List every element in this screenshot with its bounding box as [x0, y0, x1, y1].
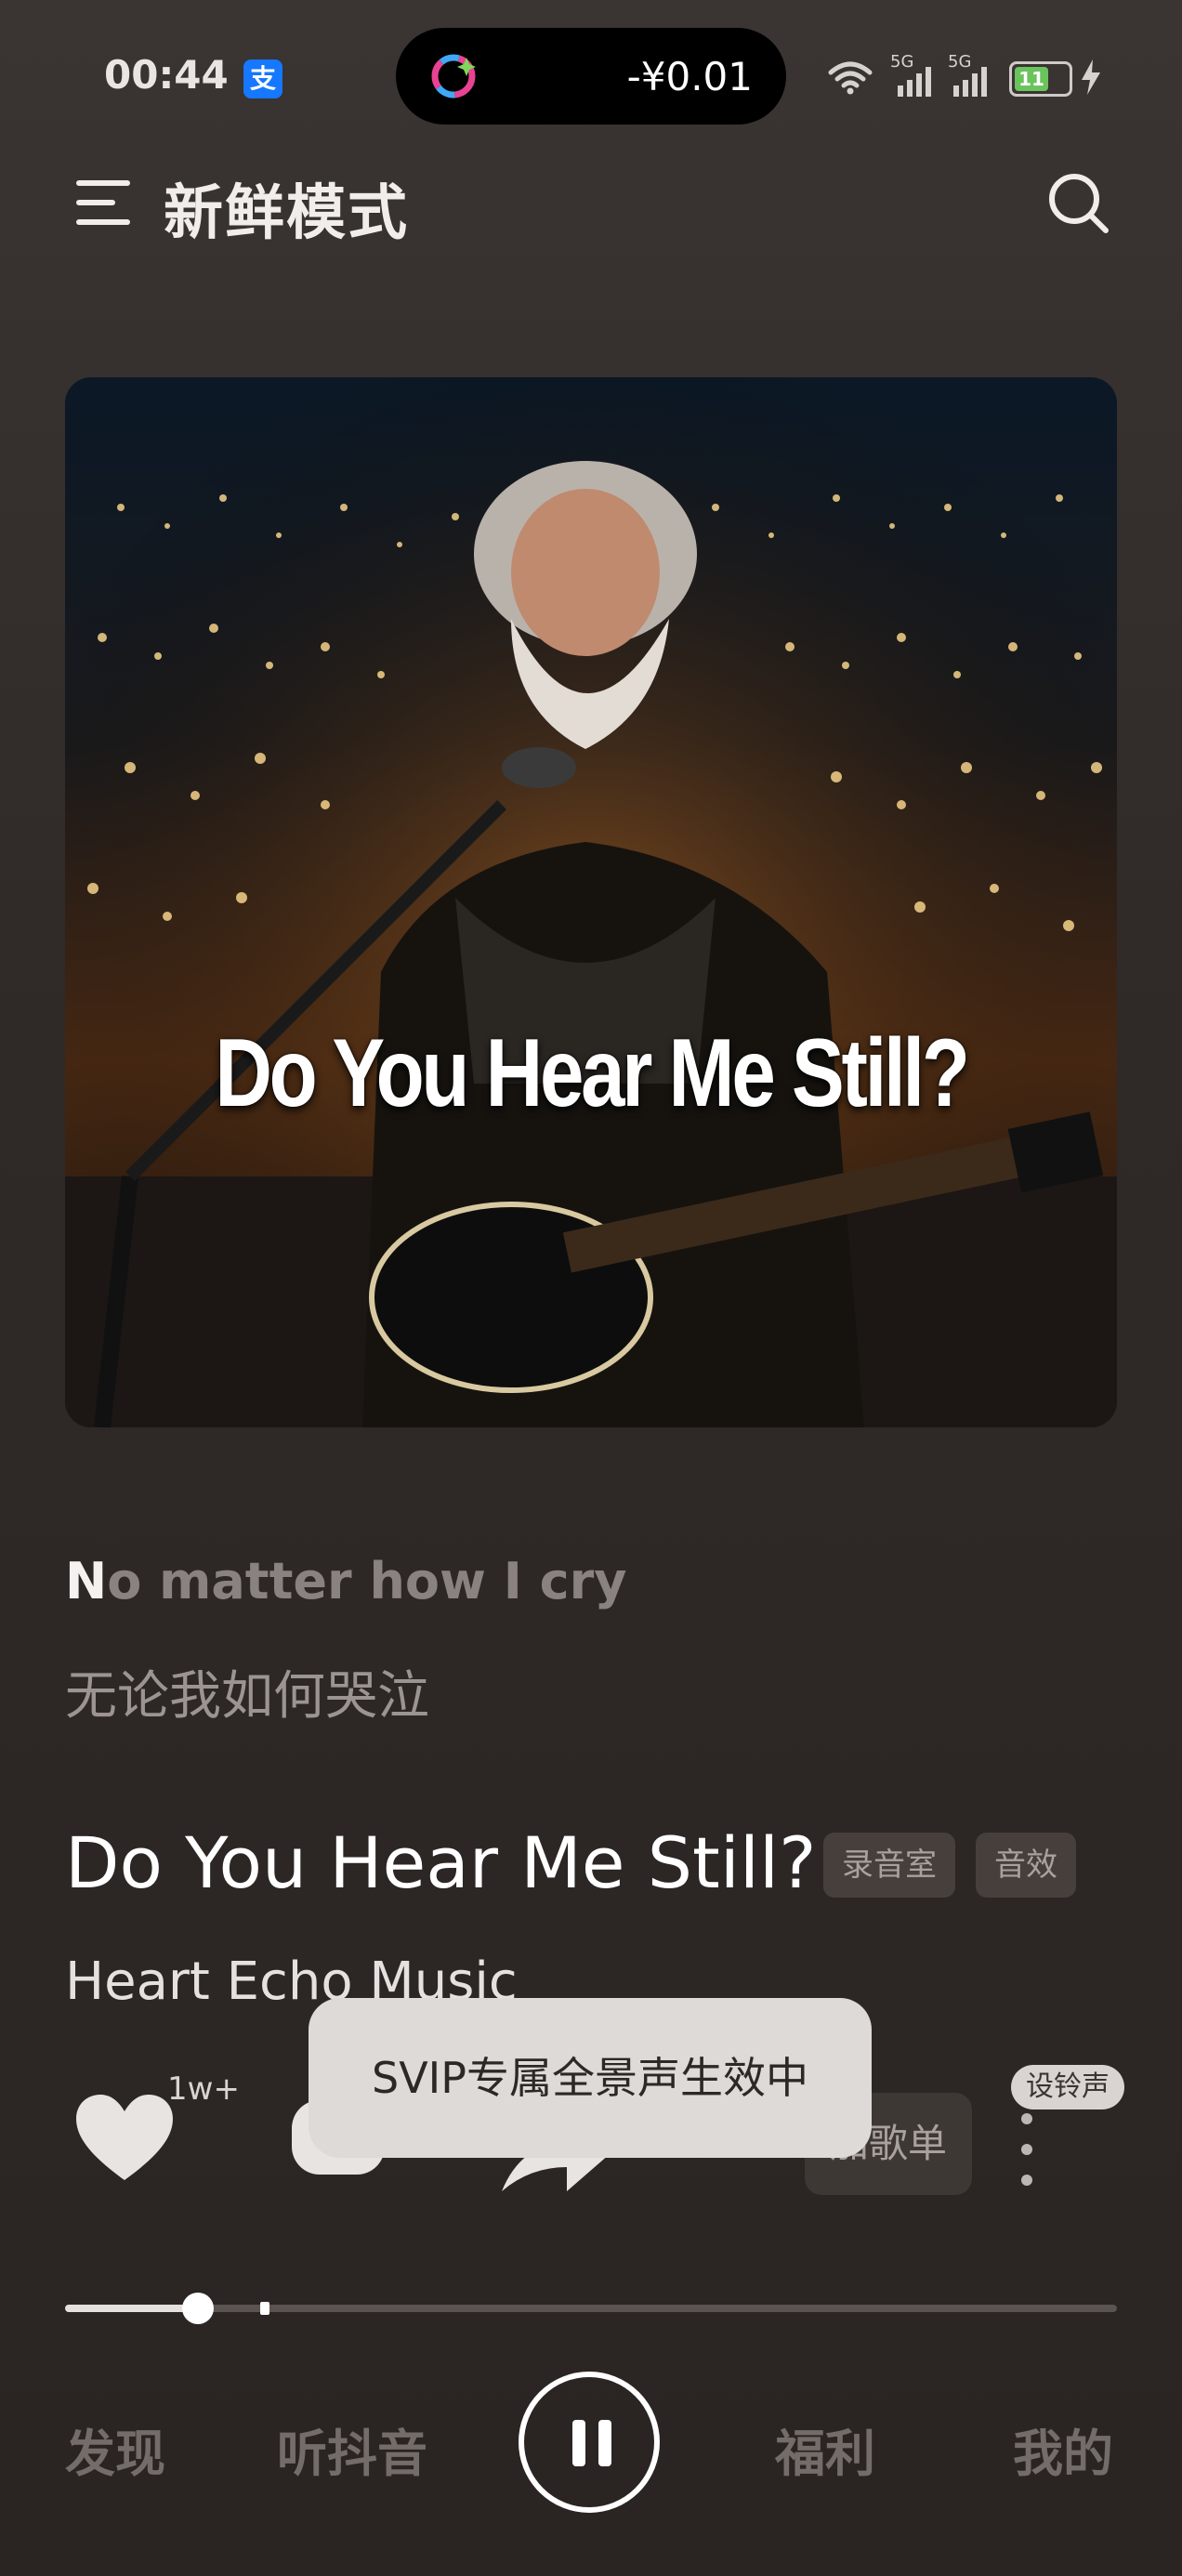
nav-listen[interactable]: 听抖音 [277, 2412, 427, 2486]
search-icon[interactable] [1044, 169, 1111, 236]
progress-knob[interactable] [181, 2293, 214, 2324]
set-ringtone-badge[interactable]: 设铃声 [1011, 2065, 1124, 2109]
studio-tag[interactable]: 录音室 [823, 1833, 955, 1898]
lyric-rest: o matter how I cry [107, 1552, 627, 1610]
app-logo-icon [431, 54, 476, 99]
artwork-title-text: Do You Hear Me Still? [215, 1019, 970, 1127]
like-count: 1w+ [167, 2070, 240, 2108]
system-icons: 5G 5G 11 [827, 52, 1143, 100]
nav-discover[interactable]: 发现 [65, 2412, 165, 2486]
artwork-image [65, 377, 1117, 1427]
mode-title[interactable]: 新鲜模式 [164, 165, 409, 251]
status-bar: 00:44 支 -¥0.01 5G 5G 11 [0, 0, 1182, 149]
lyric-current-chinese[interactable]: 无论我如何哭泣 [65, 1654, 429, 1729]
signal-icon-2 [953, 67, 987, 97]
progress-bar[interactable] [65, 2293, 1117, 2324]
more-options-icon[interactable] [1013, 2108, 1041, 2191]
lyric-highlight: N [65, 1552, 108, 1610]
sound-effect-tag[interactable]: 音效 [976, 1833, 1076, 1898]
dynamic-island[interactable]: -¥0.01 [396, 28, 786, 125]
song-title: Do You Hear Me Still? [65, 1821, 817, 1904]
charging-icon [1082, 59, 1100, 95]
pause-button[interactable] [519, 2372, 660, 2513]
wifi-icon [828, 61, 873, 95]
alipay-notification-icon: 支 [243, 59, 282, 99]
island-amount: -¥0.01 [626, 54, 753, 99]
like-heart-icon[interactable] [72, 2091, 177, 2184]
status-time: 00:44 [104, 52, 229, 98]
nav-welfare[interactable]: 福利 [775, 2412, 875, 2486]
nav-mine[interactable]: 我的 [1013, 2412, 1113, 2486]
signal-icon [898, 67, 931, 97]
menu-icon[interactable] [72, 175, 134, 230]
pause-icon-bar-left [572, 2420, 585, 2466]
pause-icon-bar-right [598, 2420, 611, 2466]
battery-level: 11 [1015, 67, 1048, 91]
battery-icon: 11 [1009, 61, 1072, 97]
album-artwork[interactable]: Do You Hear Me Still? [65, 377, 1117, 1427]
lyric-current-english[interactable]: No matter how I cry [65, 1552, 626, 1610]
progress-buffer-marker [260, 2302, 270, 2315]
progress-played [65, 2305, 198, 2312]
svip-toast: SVIP专属全景声生效中 [309, 1998, 872, 2158]
